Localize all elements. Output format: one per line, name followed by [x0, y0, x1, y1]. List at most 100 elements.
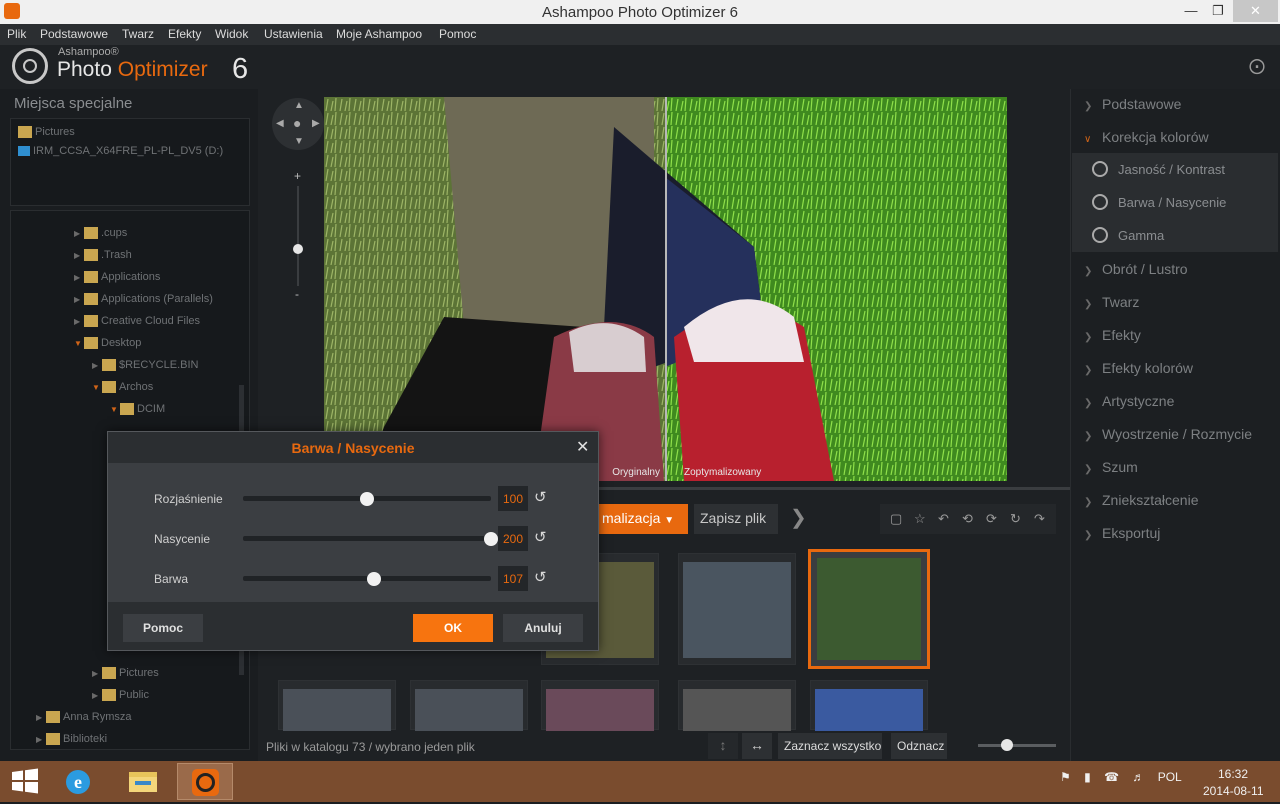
clock-time[interactable]: 16:32 [1218, 767, 1248, 781]
pan-control[interactable]: ▲ ▼ ◀ ▶ ● [272, 98, 324, 150]
category-szum[interactable]: ❯ Szum [1084, 459, 1138, 475]
battery-icon[interactable]: ▮ [1084, 770, 1091, 784]
value-nasycenie[interactable]: 200 [498, 526, 528, 551]
tree-node[interactable]: ▶ Pictures [92, 667, 159, 680]
rotate-left-icon[interactable]: ⟲ [962, 511, 973, 527]
redo-icon[interactable]: ↷ [1034, 511, 1045, 527]
zoom-slider-handle[interactable] [293, 244, 303, 254]
category-efekty[interactable]: ❯ Efekty [1084, 327, 1141, 343]
star-icon[interactable]: ☆ [914, 511, 926, 527]
tree-node[interactable]: ▶ Applications (Parallels) [74, 293, 213, 306]
tree-node[interactable]: ▶ Creative Cloud Files [74, 315, 200, 328]
flag-icon[interactable]: ⚑ [1060, 770, 1071, 784]
menu-podstawowe[interactable]: Podstawowe [40, 27, 108, 41]
horizontal-layout-icon[interactable]: ↔ [742, 733, 772, 759]
tree-node[interactable]: ▼ Archos [92, 381, 153, 394]
menu-ustawienia[interactable]: Ustawienia [264, 27, 323, 41]
brightness-icon [1092, 161, 1108, 177]
slider-label-nasycenie: Nasycenie [154, 532, 211, 546]
special-place-pictures[interactable]: Pictures [18, 126, 75, 139]
thumbnail-selected[interactable] [808, 549, 930, 669]
menu-pomoc[interactable]: Pomoc [439, 27, 476, 41]
slider-label-rozjasnienie: Rozjaśnienie [154, 492, 223, 506]
category-obrot-lustro[interactable]: ❯ Obrót / Lustro [1084, 261, 1188, 277]
zoom-in-icon[interactable]: + [294, 169, 301, 183]
menu-widok[interactable]: Widok [215, 27, 248, 41]
tree-node[interactable]: ▶ Biblioteki [36, 733, 107, 746]
clock-date[interactable]: 2014-08-11 [1203, 784, 1264, 798]
tool-jasnosc-kontrast[interactable]: Jasność / Kontrast [1072, 153, 1278, 186]
menu-twarz[interactable]: Twarz [122, 27, 154, 41]
file-explorer-icon[interactable] [115, 763, 171, 800]
slider-handle-barwa[interactable] [367, 572, 382, 586]
category-efekty-kolorow[interactable]: ❯ Efekty kolorów [1084, 360, 1193, 376]
category-twarz[interactable]: ❯ Twarz [1084, 294, 1139, 310]
slider-nasycenie[interactable] [243, 536, 491, 541]
close-button[interactable]: ✕ [1233, 0, 1278, 22]
tree-node[interactable]: ▶ Applications [74, 271, 160, 284]
value-barwa[interactable]: 107 [498, 566, 528, 591]
category-znieksztalcenie[interactable]: ❯ Zniekształcenie [1084, 492, 1199, 508]
zoom-out-icon[interactable]: - [295, 287, 299, 301]
zoom-slider[interactable] [297, 186, 299, 286]
share-icon[interactable]: ⨀ [1249, 56, 1265, 76]
network-icon[interactable]: ☎ [1104, 770, 1119, 784]
category-artystyczne[interactable]: ❯ Artystyczne [1084, 393, 1174, 409]
category-korekcja-kolorow[interactable]: ∨ Korekcja kolorów [1084, 129, 1209, 145]
help-button[interactable]: Pomoc [123, 614, 203, 642]
thumbnail[interactable] [678, 680, 796, 731]
dialog-close-icon[interactable]: ✕ [576, 437, 589, 457]
tree-node[interactable]: ▶ .cups [74, 227, 127, 240]
deselect-button[interactable]: Odznacz [891, 733, 947, 759]
special-place-drive[interactable]: IRM_CCSA_X64FRE_PL-PL_DV5 (D:) [18, 145, 223, 157]
cancel-button[interactable]: Anuluj [503, 614, 583, 642]
next-arrow-icon[interactable]: ❯ [790, 505, 807, 530]
select-region-icon[interactable]: ▢ [890, 511, 902, 527]
menu-efekty[interactable]: Efekty [168, 27, 201, 41]
special-places-title: Miejsca specjalne [14, 95, 133, 112]
thumbnail[interactable] [410, 680, 528, 731]
select-all-button[interactable]: Zaznacz wszystko [778, 733, 882, 759]
thumbnail[interactable] [810, 680, 928, 731]
category-eksportuj[interactable]: ❯ Eksportuj [1084, 525, 1160, 541]
undo-icon[interactable]: ↶ [938, 511, 949, 527]
reset-icon[interactable]: ↺ [534, 568, 547, 586]
thumbnail-scrollbar[interactable] [1054, 548, 1062, 723]
ok-button[interactable]: OK [413, 614, 493, 642]
reset-icon[interactable]: ↺ [534, 528, 547, 546]
tree-node[interactable]: ▶ Anna Rymsza [36, 711, 131, 724]
thumbnail[interactable] [278, 680, 396, 731]
tree-node[interactable]: ▶ Public [92, 689, 149, 702]
save-file-button[interactable]: Zapisz plik [694, 504, 778, 534]
windows-start-icon[interactable] [10, 767, 40, 795]
tree-node[interactable]: ▶ $RECYCLE.BIN [92, 359, 198, 372]
slider-handle-nasycenie[interactable] [484, 532, 498, 546]
tool-gamma[interactable]: Gamma [1072, 219, 1278, 252]
optimize-button[interactable]: malizacja ▼ [596, 504, 688, 534]
thumbnail-size-handle[interactable] [1001, 739, 1013, 751]
category-wyostrzenie-rozmycie[interactable]: ❯ Wyostrzenie / Rozmycie [1084, 426, 1276, 442]
category-podstawowe[interactable]: ❯ Podstawowe [1084, 96, 1181, 112]
compare-split-handle[interactable] [665, 97, 667, 481]
tree-node[interactable]: ▼ DCIM [110, 403, 165, 416]
tree-node[interactable]: ▶ .Trash [74, 249, 132, 262]
minimize-button[interactable]: — [1177, 0, 1205, 22]
menu-plik[interactable]: Plik [7, 27, 26, 41]
menu-moje-ashampoo[interactable]: Moje Ashampoo [336, 27, 422, 41]
rotate-right-icon[interactable]: ⟳ [986, 511, 997, 527]
slider-handle-rozjasnienie[interactable] [360, 492, 374, 506]
maximize-button[interactable]: ❐ [1204, 0, 1232, 22]
thumbnail[interactable] [541, 680, 659, 731]
volume-icon[interactable]: ♬ [1132, 770, 1144, 784]
photo-optimizer-taskbar-icon[interactable] [177, 763, 233, 800]
thumbnail-size-slider[interactable] [978, 744, 1056, 747]
language-indicator[interactable]: POL [1158, 770, 1182, 784]
internet-explorer-icon[interactable]: e [50, 763, 106, 800]
tool-barwa-nasycenie[interactable]: Barwa / Nasycenie [1072, 186, 1278, 219]
vertical-layout-icon[interactable]: ↕ [708, 733, 738, 759]
reset-icon[interactable]: ↺ [534, 488, 547, 506]
value-rozjasnienie[interactable]: 100 [498, 486, 528, 511]
tree-node[interactable]: ▼ Desktop [74, 337, 141, 350]
thumbnail[interactable] [678, 553, 796, 665]
rotate-icon[interactable]: ↻ [1010, 511, 1021, 527]
